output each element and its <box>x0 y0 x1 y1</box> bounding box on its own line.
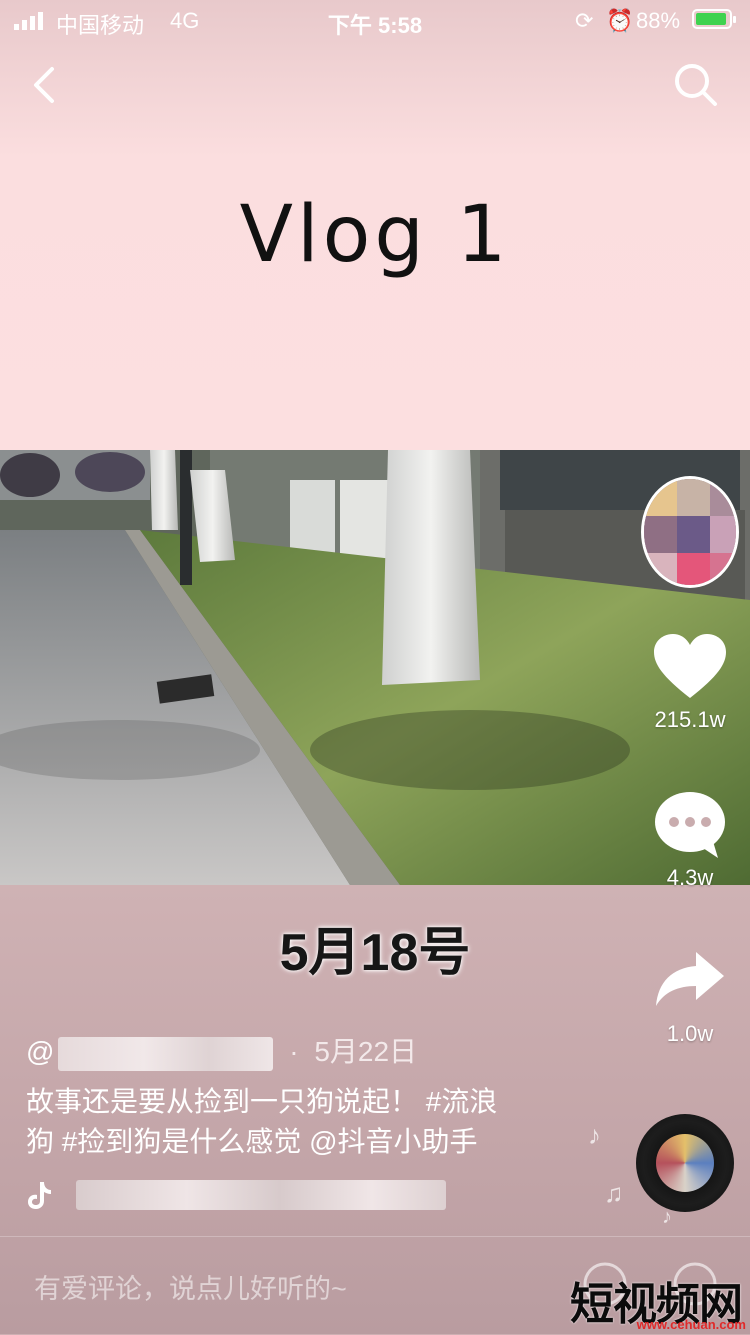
street-scene-image <box>0 450 750 885</box>
description-line-1: 故事还是要从捡到一只狗说起！ #流浪 <box>26 1086 498 1117</box>
blurred-username[interactable] <box>58 1036 274 1071</box>
share-count: 1.0w <box>666 1021 714 1046</box>
music-note-icon: ♪ <box>588 1120 601 1150</box>
blurred-music-title <box>76 1180 446 1210</box>
back-button[interactable] <box>16 55 76 115</box>
alarm-icon: ⏰ <box>606 8 634 33</box>
description-line-2: 狗 #捡到狗是什么感觉 @抖音小助手 <box>26 1126 478 1157</box>
site-watermark: 短视频网 www.cehuan.com <box>566 1268 750 1334</box>
rotation-lock-icon: ⟳ <box>575 8 594 33</box>
video-date-caption: 5月18号 <box>279 924 471 982</box>
comment-input[interactable]: 有爱评论，说点儿好听的~ <box>34 1267 347 1306</box>
author-at: @ <box>26 1036 55 1067</box>
search-icon <box>675 64 717 106</box>
like-button[interactable]: 215.1w <box>640 632 740 733</box>
author-line[interactable]: @ · 5月22日 <box>26 1030 417 1071</box>
status-bar: 中国移动 4G 下午 5:58 ⟳ ⏰ 88% <box>0 0 750 40</box>
video-title-text: Vlog 1 <box>239 190 511 280</box>
comment-bubble-icon <box>655 792 725 858</box>
post-description[interactable]: 故事还是要从捡到一只狗说起！ #流浪 狗 #捡到狗是什么感觉 @抖音小助手 <box>26 1082 566 1162</box>
tiktok-note-icon <box>28 1182 51 1209</box>
search-button[interactable] <box>665 55 725 115</box>
battery-percent: 88% <box>636 8 681 33</box>
music-cover-image <box>656 1134 714 1192</box>
heart-icon <box>654 634 726 698</box>
chevron-left-icon <box>34 67 54 103</box>
post-date: 5月22日 <box>314 1036 418 1067</box>
video-frame[interactable] <box>0 450 750 885</box>
music-info[interactable] <box>26 1176 446 1216</box>
share-button[interactable]: 1.0w <box>640 946 740 1047</box>
comment-count: 4.3w <box>666 865 714 890</box>
music-disc[interactable] <box>636 1114 734 1212</box>
post-dot: · <box>289 1036 299 1067</box>
battery-icon <box>692 9 736 29</box>
like-count: 215.1w <box>654 707 726 732</box>
comment-button[interactable]: 4.3w <box>640 790 740 891</box>
music-note-icon: ♫ <box>604 1178 624 1208</box>
share-arrow-icon <box>656 952 724 1006</box>
watermark-url: www.cehuan.com <box>636 1317 746 1332</box>
author-avatar[interactable] <box>641 476 739 588</box>
